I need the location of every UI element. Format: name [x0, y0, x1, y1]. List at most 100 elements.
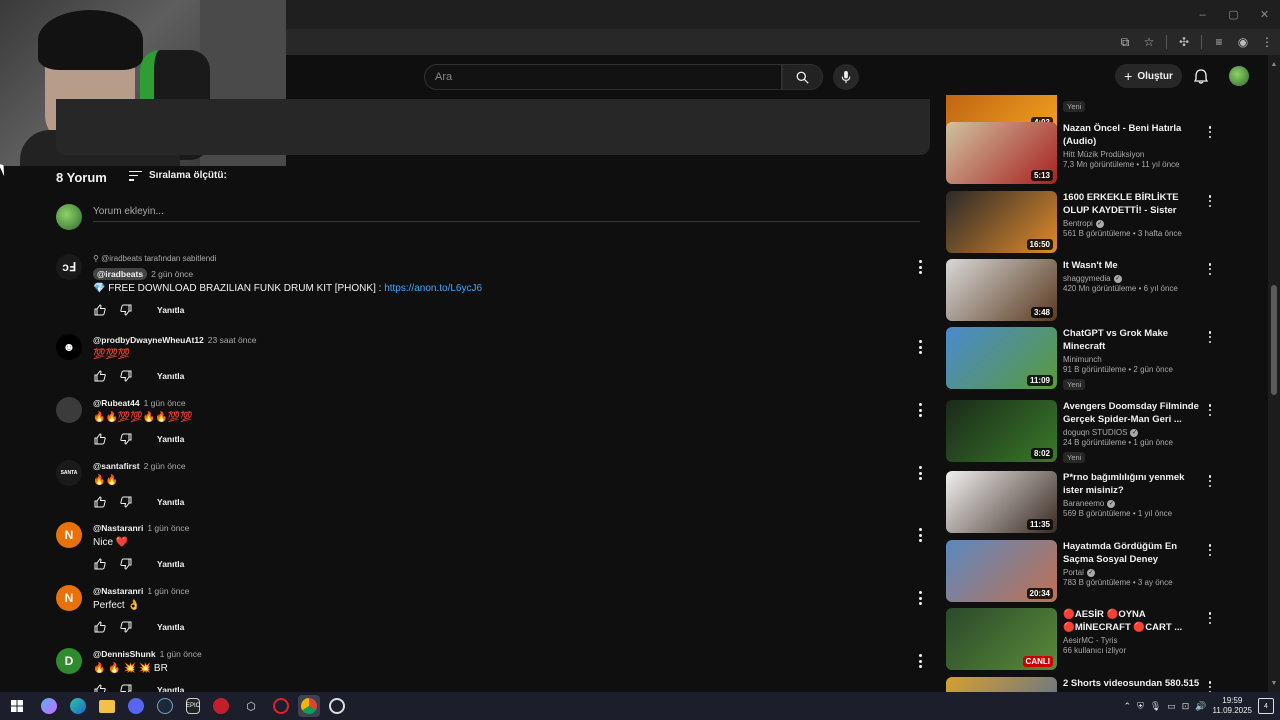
opera-icon[interactable] — [273, 698, 289, 714]
scroll-thumb[interactable] — [1271, 285, 1277, 395]
voice-search-button[interactable] — [833, 64, 859, 90]
video-menu-icon[interactable] — [1207, 195, 1213, 207]
chrome-icon[interactable] — [298, 695, 320, 717]
search-box[interactable] — [424, 64, 782, 90]
comment-menu-icon[interactable] — [914, 591, 926, 605]
commenter-avatar[interactable]: N — [56, 585, 82, 611]
video-thumbnail[interactable]: 11:35 — [946, 471, 1057, 533]
video-menu-icon[interactable] — [1207, 331, 1213, 343]
volume-icon[interactable]: 🔊 — [1195, 701, 1206, 712]
comment-author[interactable]: @iradbeats — [93, 268, 148, 280]
unity-icon[interactable]: ⬡ — [240, 695, 262, 717]
comment-menu-icon[interactable] — [914, 260, 926, 274]
comment-menu-icon[interactable] — [914, 528, 926, 542]
comment-author[interactable]: @prodbyDwayneWheuAt12 — [93, 335, 204, 345]
commenter-avatar[interactable]: D — [56, 648, 82, 674]
comment-author[interactable]: @Rubeat44 — [93, 398, 140, 408]
related-video[interactable]: 11:09 ChatGPT vs Grok Make Minecraft Minim… — [946, 327, 1216, 390]
like-icon[interactable] — [93, 432, 107, 446]
video-menu-icon[interactable] — [1207, 263, 1213, 275]
scroll-down-arrow[interactable]: ▼ — [1270, 680, 1278, 688]
bookmark-star-icon[interactable]: ☆ — [1142, 35, 1156, 49]
dislike-icon[interactable] — [119, 495, 133, 509]
create-button[interactable]: + Oluştur — [1115, 64, 1182, 88]
like-icon[interactable] — [93, 557, 107, 571]
display-icon[interactable]: ▭ — [1167, 701, 1176, 712]
close-button[interactable]: ✕ — [1249, 0, 1280, 29]
comment-author[interactable]: @santafirst — [93, 461, 140, 471]
video-channel[interactable]: Bentropi ✓ — [1063, 219, 1201, 228]
maximize-button[interactable]: ▢ — [1218, 0, 1249, 29]
video-channel[interactable]: Hitt Müzik Prodüksiyon — [1063, 150, 1201, 159]
notifications-button[interactable] — [1192, 67, 1210, 85]
video-title[interactable]: 1600 ERKEKLE BİRLİKTE OLUP KAYDETTİ! - S… — [1063, 191, 1201, 217]
video-menu-icon[interactable] — [1207, 544, 1213, 556]
video-channel[interactable]: shaggymedia ✓ — [1063, 274, 1201, 283]
file-explorer-icon[interactable] — [99, 699, 115, 713]
comment-menu-icon[interactable] — [914, 466, 926, 480]
page-scrollbar[interactable]: ▲ ▼ — [1268, 55, 1280, 692]
comment-author[interactable]: @DennisShunk — [93, 649, 156, 659]
video-thumbnail[interactable]: 8:02 — [946, 400, 1057, 462]
windows-start-icon[interactable] — [6, 695, 28, 717]
minimize-button[interactable]: – — [1187, 0, 1218, 29]
related-video[interactable]: 8:02 Avengers Doomsday Filminde Gerçek Sp… — [946, 400, 1216, 463]
extensions-icon[interactable]: ✣ — [1177, 35, 1191, 49]
video-title[interactable]: P*rno bağımlılığını yenmek ister misiniz… — [1063, 471, 1201, 497]
comment-menu-icon[interactable] — [914, 403, 926, 417]
reply-button[interactable]: Yanıtla — [157, 497, 184, 507]
dislike-icon[interactable] — [119, 620, 133, 634]
browser-menu-icon[interactable]: ⋮ — [1260, 35, 1274, 49]
video-title[interactable]: Avengers Doomsday Filminde Gerçek Spider… — [1063, 400, 1201, 426]
video-title[interactable]: ChatGPT vs Grok Make Minecraft — [1063, 327, 1201, 353]
related-video[interactable]: 5:13 Nazan Öncel - Beni Hatırla (Audio) Hi… — [946, 122, 1216, 184]
copilot-icon[interactable] — [41, 698, 57, 714]
security-icon[interactable]: ⛨ — [1137, 701, 1144, 712]
microphone-tray-icon[interactable]: 🎙 — [1150, 701, 1161, 712]
related-video[interactable]: CANLI 🔴AESİR 🔴OYNA 🔴MİNECRAFT 🔴CART ... Ae… — [946, 608, 1216, 670]
video-title[interactable]: 🔴AESİR 🔴OYNA 🔴MİNECRAFT 🔴CART ... — [1063, 608, 1201, 634]
add-comment-input[interactable]: Yorum ekleyin... — [93, 204, 920, 222]
reply-button[interactable]: Yanıtla — [157, 559, 184, 569]
like-icon[interactable] — [93, 620, 107, 634]
video-menu-icon[interactable] — [1207, 612, 1213, 624]
edge-icon[interactable] — [70, 698, 86, 714]
comment-author[interactable]: @Nastaranri — [93, 586, 143, 596]
related-video[interactable]: 2 Shorts videosundan 580.515 — [946, 677, 1216, 692]
video-description[interactable] — [56, 99, 930, 155]
comment-time[interactable]: 1 gün önce — [144, 398, 186, 408]
comment-time[interactable]: 1 gün önce — [147, 586, 189, 596]
game-launcher-icon[interactable] — [213, 698, 229, 714]
comment-time[interactable]: 2 gün önce — [144, 461, 186, 471]
video-title[interactable]: It Wasn't Me — [1063, 259, 1201, 272]
comment-menu-icon[interactable] — [914, 654, 926, 668]
comment-time[interactable]: 2 gün önce — [151, 269, 193, 279]
video-thumbnail[interactable]: 16:50 — [946, 191, 1057, 253]
like-icon[interactable] — [93, 495, 107, 509]
search-input[interactable] — [435, 71, 781, 83]
dislike-icon[interactable] — [119, 432, 133, 446]
comment-author[interactable]: @Nastaranri — [93, 523, 143, 533]
profile-icon[interactable]: ◉ — [1236, 35, 1250, 49]
video-title[interactable]: Hayatımda Gördüğüm En Saçma Sosyal Deney — [1063, 540, 1201, 566]
comment-time[interactable]: 23 saat önce — [208, 335, 257, 345]
comment-time[interactable]: 1 gün önce — [160, 649, 202, 659]
discord-icon[interactable] — [128, 698, 144, 714]
commenter-avatar[interactable]: ɔℲ — [56, 254, 82, 280]
sort-button[interactable]: Sıralama ölçütü: — [129, 170, 227, 181]
related-video[interactable]: 11:35 P*rno bağımlılığını yenmek ister mi… — [946, 471, 1216, 533]
commenter-avatar[interactable] — [56, 397, 82, 423]
commenter-avatar[interactable]: N — [56, 522, 82, 548]
obs-icon[interactable] — [329, 698, 345, 714]
video-menu-icon[interactable] — [1207, 126, 1213, 138]
commenter-avatar[interactable]: SANTA — [56, 460, 82, 486]
video-menu-icon[interactable] — [1207, 475, 1213, 487]
media-control-icon[interactable]: ≡ — [1212, 35, 1226, 49]
video-thumbnail[interactable]: 11:09 — [946, 327, 1057, 389]
reply-button[interactable]: Yanıtla — [157, 371, 184, 381]
commenter-avatar[interactable]: ☻ — [56, 334, 82, 360]
reply-button[interactable]: Yanıtla — [157, 305, 184, 315]
video-menu-icon[interactable] — [1207, 681, 1213, 692]
scroll-up-arrow[interactable]: ▲ — [1270, 61, 1278, 69]
reply-button[interactable]: Yanıtla — [157, 434, 184, 444]
